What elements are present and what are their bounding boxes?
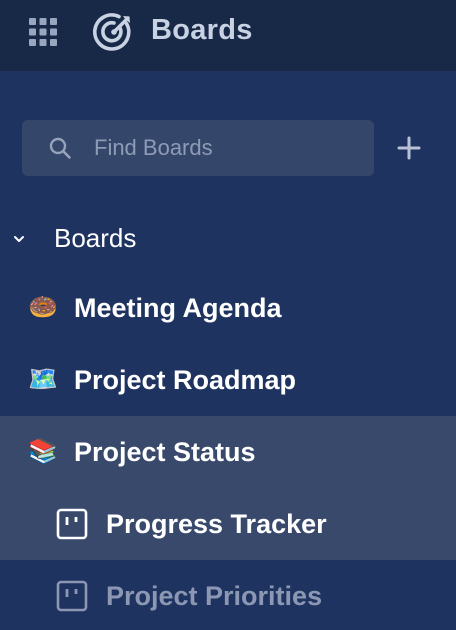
board-item-progress-tracker[interactable]: Progress Tracker: [0, 488, 456, 560]
board-item-project-roadmap[interactable]: 🗺️ Project Roadmap: [0, 344, 456, 416]
board-item-label: Project Roadmap: [74, 365, 297, 395]
boards-section-header[interactable]: Boards: [0, 212, 456, 264]
boards-sidebar: Boards Boards 🍩 Meeting Agenda 🗺️ Projec…: [0, 0, 456, 630]
header-bar: Boards: [0, 0, 456, 71]
search-box[interactable]: [22, 120, 374, 176]
board-item-label: Meeting Agenda: [74, 293, 282, 323]
donut-emoji-icon: 🍩: [28, 294, 58, 321]
section-label: Boards: [54, 223, 137, 253]
add-board-button[interactable]: [392, 131, 426, 165]
board-item-label: Progress Tracker: [106, 509, 327, 539]
app-title: Boards: [151, 14, 253, 46]
board-item-meeting-agenda[interactable]: 🍩 Meeting Agenda: [0, 272, 456, 344]
board-item-project-priorities[interactable]: Project Priorities: [0, 560, 456, 630]
search-icon: [49, 137, 71, 159]
books-emoji-icon: 📚: [28, 438, 58, 465]
target-logo-icon: [92, 13, 131, 51]
board-item-label: Project Priorities: [106, 581, 323, 611]
board-item-label: Project Status: [74, 437, 256, 467]
board-icon: [56, 508, 88, 540]
chevron-down-icon[interactable]: [12, 232, 26, 246]
search-input[interactable]: [94, 120, 364, 176]
board-icon: [56, 580, 88, 612]
board-item-project-status[interactable]: 📚 Project Status: [0, 416, 456, 488]
map-emoji-icon: 🗺️: [28, 366, 58, 393]
grid-icon[interactable]: [29, 18, 57, 46]
